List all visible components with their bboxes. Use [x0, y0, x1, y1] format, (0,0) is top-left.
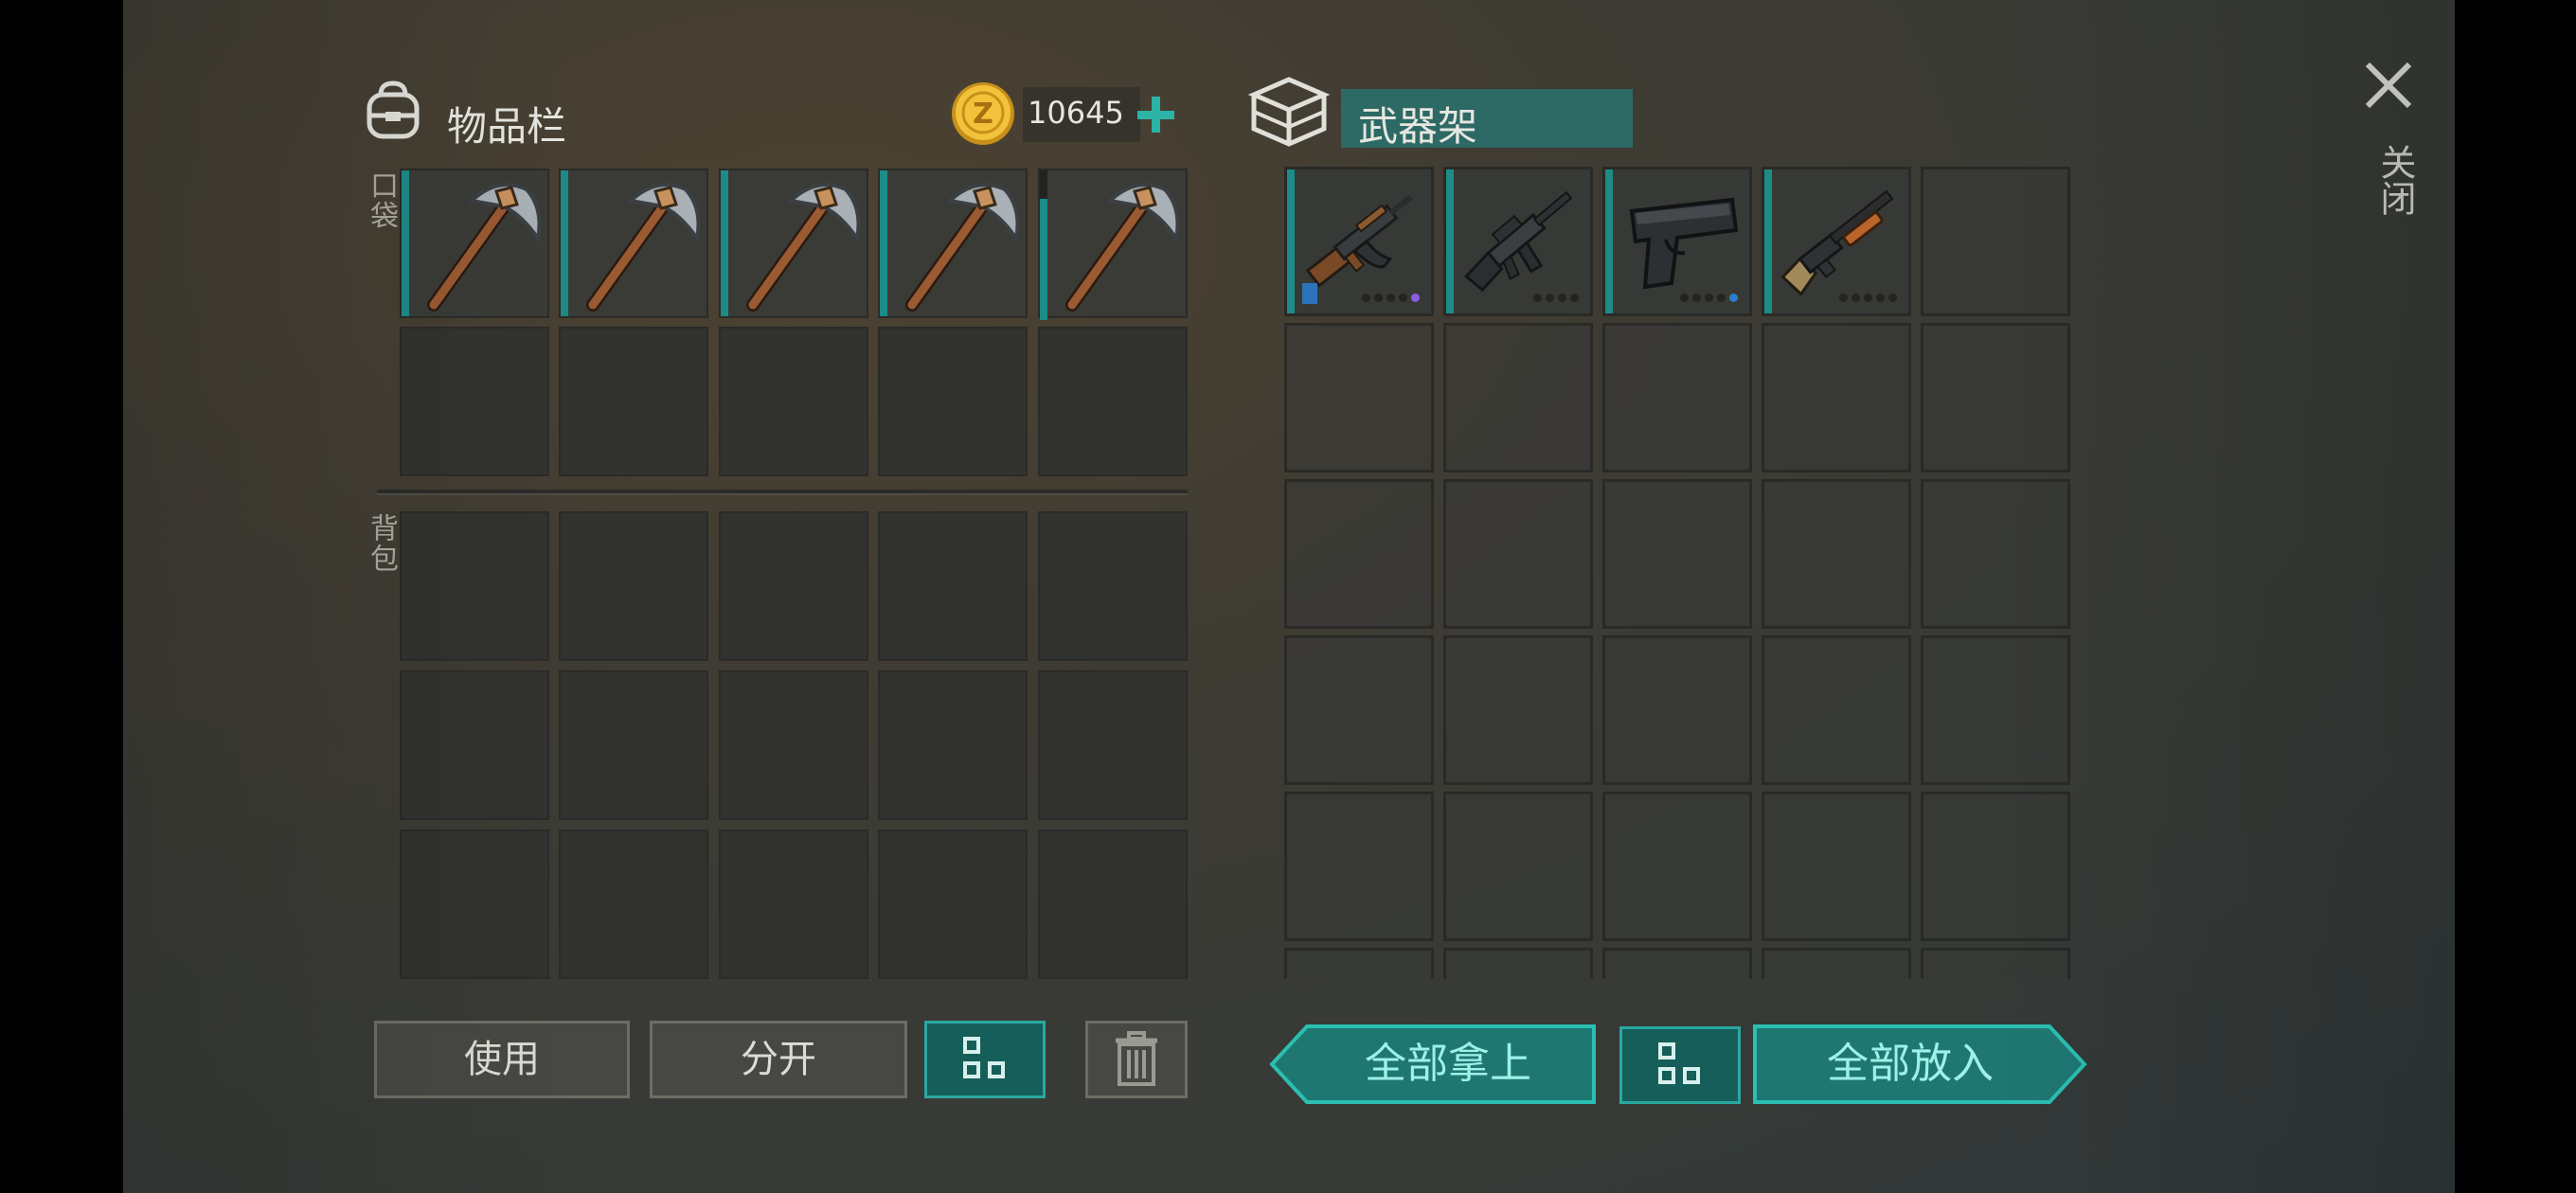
- backpack-slot[interactable]: [878, 511, 1028, 661]
- rack-slot[interactable]: [1284, 948, 1434, 979]
- pistol-icon: [1629, 197, 1739, 290]
- sort-inventory-button[interactable]: [924, 1021, 1046, 1098]
- pickaxe-icon: [905, 183, 1020, 312]
- pocket-slot[interactable]: [719, 169, 868, 318]
- put-all-label: 全部放入: [1827, 1040, 1994, 1088]
- backpack-slot[interactable]: [559, 829, 708, 979]
- backpack-slot[interactable]: [400, 670, 549, 820]
- pocket-slot[interactable]: [400, 169, 549, 318]
- backpack-slot[interactable]: [878, 670, 1028, 820]
- inventory-title: 物品栏: [447, 103, 567, 150]
- backpack-slot[interactable]: [559, 511, 708, 661]
- pocket-slot[interactable]: [1038, 169, 1188, 320]
- close-label: 关闭: [2374, 144, 2416, 216]
- backpack-slot[interactable]: [878, 829, 1028, 979]
- rack-slot[interactable]: [1921, 479, 2070, 629]
- close-icon: [2365, 62, 2412, 109]
- use-button[interactable]: 使用: [374, 1021, 630, 1098]
- split-button[interactable]: 分开: [650, 1021, 907, 1098]
- rack-slot[interactable]: [1921, 323, 2070, 472]
- backpack-slot[interactable]: [719, 511, 868, 661]
- backpack-slot[interactable]: [400, 829, 549, 979]
- pickaxe-icon: [586, 183, 701, 312]
- rack-slot[interactable]: [1443, 792, 1593, 941]
- assault-rifle-icon: [1302, 194, 1413, 304]
- game-screen: 物品栏 Z 10645 武器架 关闭 口袋 背包 使用 分开 全部拿上 全部放入: [123, 0, 2455, 1193]
- pocket-slot[interactable]: [559, 169, 708, 318]
- rack-slot[interactable]: [1921, 167, 2070, 316]
- pocket-slot[interactable]: [878, 169, 1028, 318]
- rack-slot[interactable]: [1602, 323, 1752, 472]
- rack-slot[interactable]: [1443, 167, 1593, 316]
- put-all-button[interactable]: 全部放入: [1752, 1024, 2087, 1105]
- pickaxe-icon: [427, 183, 542, 312]
- sort-rack-button[interactable]: [1619, 1026, 1741, 1104]
- divider: [377, 490, 1188, 495]
- rack-slot[interactable]: [1921, 792, 2070, 941]
- rack-slot[interactable]: [1443, 635, 1593, 785]
- rack-slot[interactable]: [1602, 948, 1752, 979]
- backpack-slot[interactable]: [719, 670, 868, 820]
- coin-icon: Z: [949, 80, 1017, 148]
- crate-icon: [1247, 74, 1331, 150]
- backpack-slot[interactable]: [400, 511, 549, 661]
- plus-icon: [1137, 97, 1174, 133]
- coin-amount: 10645: [1028, 95, 1124, 131]
- rack-slot[interactable]: [1284, 323, 1434, 472]
- rack-slot[interactable]: [1921, 635, 2070, 785]
- rack-slot[interactable]: [1443, 948, 1593, 979]
- pocket-slot[interactable]: [559, 327, 708, 476]
- rack-slot[interactable]: [1443, 479, 1593, 629]
- sort-grid-icon: [963, 1037, 1012, 1084]
- pocket-slot[interactable]: [878, 327, 1028, 476]
- rack-slot[interactable]: [1762, 323, 1911, 472]
- pocket-slot[interactable]: [719, 327, 868, 476]
- rack-slot[interactable]: [1762, 792, 1911, 941]
- take-all-label: 全部拿上: [1365, 1040, 1531, 1088]
- rack-title: 武器架: [1358, 103, 1478, 150]
- rack-slot[interactable]: [1284, 635, 1434, 785]
- rack-slot[interactable]: [1602, 479, 1752, 629]
- add-coins-button[interactable]: [1127, 87, 1184, 142]
- svg-text:Z: Z: [973, 98, 993, 131]
- backpack-slot[interactable]: [1038, 829, 1188, 979]
- close-button[interactable]: 关闭: [2349, 53, 2428, 242]
- shotgun-icon: [1780, 189, 1894, 296]
- backpack-slot[interactable]: [1038, 670, 1188, 820]
- rack-slot[interactable]: [1602, 635, 1752, 785]
- rack-slot[interactable]: [1762, 167, 1911, 316]
- backpack-slot[interactable]: [1038, 511, 1188, 661]
- rack-slot[interactable]: [1762, 948, 1911, 979]
- rack-slot[interactable]: [1762, 479, 1911, 629]
- rack-slot[interactable]: [1602, 167, 1752, 316]
- pocket-slot[interactable]: [1038, 327, 1188, 476]
- rack-slot[interactable]: [1443, 323, 1593, 472]
- backpack-slot[interactable]: [719, 829, 868, 979]
- pocket-slot[interactable]: [400, 327, 549, 476]
- backpack-slot[interactable]: [559, 670, 708, 820]
- pickaxe-icon: [746, 183, 861, 312]
- rack-slot[interactable]: [1602, 792, 1752, 941]
- rack-slot[interactable]: [1921, 948, 2070, 979]
- rack-slot[interactable]: [1284, 792, 1434, 941]
- take-all-button[interactable]: 全部拿上: [1269, 1024, 1597, 1105]
- rack-slot[interactable]: [1284, 479, 1434, 629]
- trash-icon: [1116, 1031, 1157, 1086]
- weapon-rack-grid: [1284, 167, 2072, 979]
- sort-grid-icon: [1658, 1042, 1708, 1090]
- pickaxe-icon: [1065, 183, 1180, 312]
- m16-rifle-icon: [1463, 190, 1573, 293]
- pocket-label: 口袋: [365, 170, 398, 231]
- trash-button[interactable]: [1085, 1021, 1188, 1098]
- rack-slot[interactable]: [1762, 635, 1911, 785]
- backpack-icon: [360, 78, 426, 144]
- rack-slot[interactable]: [1284, 167, 1434, 316]
- backpack-label: 背包: [365, 513, 398, 574]
